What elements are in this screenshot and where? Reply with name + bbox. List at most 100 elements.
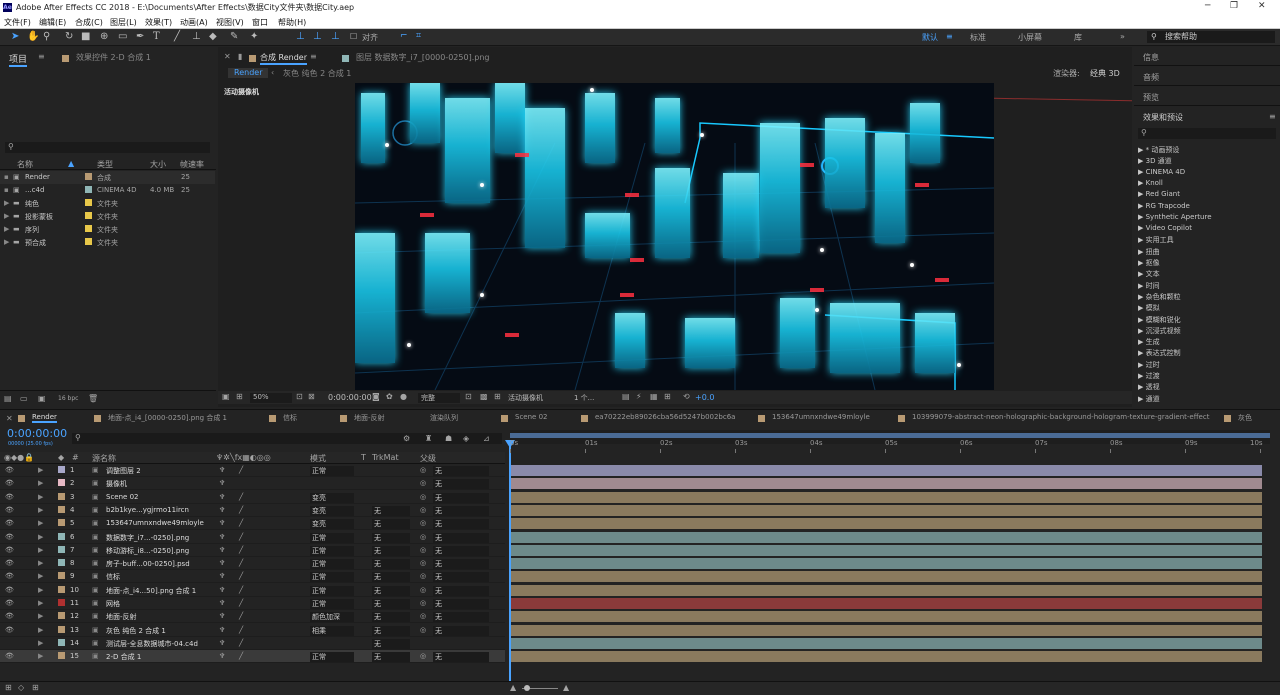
quality-switch-icon[interactable]: ╱ xyxy=(239,519,243,527)
visibility-eye-icon[interactable]: 👁 xyxy=(5,599,14,607)
layer-name[interactable]: 灰色 纯色 2 合成 1 xyxy=(106,626,166,636)
effects-category[interactable]: ▶ 实用工具 xyxy=(1138,235,1174,245)
shy-switch-icon[interactable]: ♆ xyxy=(219,466,225,474)
layer-expand-icon[interactable]: ▶ xyxy=(38,626,43,634)
visibility-eye-icon[interactable]: 👁 xyxy=(5,586,14,594)
reset-exposure-icon[interactable]: ⟲ xyxy=(683,392,690,401)
layer-expand-icon[interactable]: ▶ xyxy=(38,586,43,594)
header-size[interactable]: 大小 xyxy=(150,159,166,170)
effects-menu-icon[interactable]: ≡ xyxy=(1269,112,1276,121)
parent-select[interactable]: 无 xyxy=(433,492,489,503)
shy-switch-icon[interactable]: ♆ xyxy=(219,586,225,594)
layer-row[interactable]: 👁 ▶ 6 ▣ 数据数字_i7...-0250].png ♆ ╱ 正常 无 ◎ 无 xyxy=(0,531,505,544)
close-tab-icon[interactable]: ✕ xyxy=(224,52,231,61)
show-snapshot-icon[interactable]: ✿ xyxy=(386,392,393,401)
expand-icon[interactable]: ▶ xyxy=(1138,395,1146,403)
layer-label-color[interactable] xyxy=(58,612,65,620)
layer-label-color[interactable] xyxy=(58,519,65,527)
quality-switch-icon[interactable]: ╱ xyxy=(239,466,243,474)
effects-presets-tab[interactable]: 效果和预设 xyxy=(1143,112,1183,123)
layer-name[interactable]: Scene 02 xyxy=(106,493,138,501)
layer-label-color[interactable] xyxy=(58,559,65,567)
hand-tool-icon[interactable]: ✋ xyxy=(27,31,39,42)
layer-expand-icon[interactable]: ▶ xyxy=(38,639,43,647)
frame-blending-icon[interactable]: ◈ xyxy=(463,434,469,443)
timeline-tab[interactable]: Scene 02 xyxy=(515,413,547,421)
close-tab-icon[interactable]: ✕ xyxy=(6,414,13,423)
parent-pickwhip-icon[interactable]: ◎ xyxy=(420,519,426,527)
quality-switch-icon[interactable]: ╱ xyxy=(239,626,243,634)
zoom-in-icon[interactable]: ▲ xyxy=(563,683,569,692)
work-area-range[interactable] xyxy=(510,433,1270,438)
layer-label-color[interactable] xyxy=(58,466,65,473)
layer-mode-select[interactable]: 相乘 xyxy=(310,625,354,636)
shy-switch-icon[interactable]: ♆ xyxy=(219,506,225,514)
layer-expand-icon[interactable]: ▶ xyxy=(38,533,43,541)
expand-icon[interactable]: ▶ xyxy=(1138,248,1146,256)
transfer-controls-icon[interactable]: ◇ xyxy=(18,683,24,692)
layer-label-color[interactable] xyxy=(58,625,65,633)
layer-label-color[interactable] xyxy=(58,505,65,513)
visibility-eye-icon[interactable]: 👁 xyxy=(5,572,14,580)
layer-label-color[interactable] xyxy=(58,599,65,606)
effects-category[interactable]: ▶ 通道 xyxy=(1138,394,1160,404)
fast-previews-icon[interactable]: ⚡ xyxy=(636,392,642,401)
parent-pickwhip-icon[interactable]: ◎ xyxy=(420,546,426,554)
timeline-tab[interactable]: 地面-反射 xyxy=(354,413,385,423)
project-menu-icon[interactable]: ≡ xyxy=(38,52,45,61)
project-search-input[interactable]: ⚲ xyxy=(5,142,210,153)
layer-duration-bar[interactable] xyxy=(511,518,1262,530)
delete-icon[interactable]: 🗑 xyxy=(88,394,98,403)
comp-menu-icon[interactable]: ≡ xyxy=(310,52,317,61)
tab-layer-footage[interactable]: 图层 数据数字_i7_[0000-0250].png xyxy=(356,52,489,63)
layer-name[interactable]: 2-D 合成 1 xyxy=(106,652,141,662)
quality-switch-icon[interactable]: ╱ xyxy=(239,586,243,594)
bit-depth[interactable]: 16 bpc xyxy=(58,395,78,402)
layer-duration-bar[interactable] xyxy=(511,598,1262,609)
layer-duration-bar[interactable] xyxy=(511,584,1262,596)
layer-expand-icon[interactable]: ▶ xyxy=(38,506,43,514)
header-source-name[interactable]: 源名称 xyxy=(92,453,116,464)
world-axis-icon[interactable]: ⊥ xyxy=(313,31,322,42)
layer-duration-bar[interactable] xyxy=(511,465,1262,476)
expand-icon[interactable]: ▶ xyxy=(1138,270,1146,278)
pan-behind-tool-icon[interactable]: ⊕ xyxy=(100,31,108,42)
project-item[interactable]: ▪ ▣ Render 合成 25 xyxy=(0,171,215,184)
effects-category[interactable]: ▶ Video Copilot xyxy=(1138,224,1192,232)
parent-pickwhip-icon[interactable]: ◎ xyxy=(420,626,426,634)
view-axis-icon[interactable]: ⊥ xyxy=(331,31,340,42)
layer-expand-icon[interactable]: ▶ xyxy=(38,546,43,554)
expand-icon[interactable]: ▶ xyxy=(1138,304,1146,312)
timeline-tab[interactable]: 灰色 xyxy=(1238,413,1252,423)
workspace-standard[interactable]: 标准 xyxy=(970,32,986,43)
parent-select[interactable]: 无 xyxy=(433,572,489,583)
parent-select[interactable]: 无 xyxy=(433,519,489,530)
timeline-tab[interactable]: Render xyxy=(32,413,57,423)
layer-name[interactable]: 信标 xyxy=(106,572,120,582)
safe-margins-icon[interactable]: ⊡ xyxy=(296,392,303,401)
layer-mode-select[interactable]: 正常 xyxy=(310,466,354,476)
expand-icon[interactable]: ▶ xyxy=(1138,383,1146,391)
effects-category[interactable]: ▶ 文本 xyxy=(1138,269,1160,279)
project-item[interactable]: ▶ ▬ 纯色 文件夹 xyxy=(0,197,215,210)
timeline-tab[interactable]: 信标 xyxy=(283,413,297,423)
project-item-label-color[interactable] xyxy=(85,212,92,219)
new-folder-icon[interactable]: ▭ xyxy=(20,394,28,403)
effects-category[interactable]: ▶ 模糊和锐化 xyxy=(1138,315,1181,325)
snap-checkbox[interactable]: ☐ xyxy=(350,32,357,41)
breadcrumb-render[interactable]: Render xyxy=(228,68,269,78)
layer-name[interactable]: 153647umnxndwe49mloyle xyxy=(106,519,204,527)
shy-switch-icon[interactable]: ♆ xyxy=(219,479,225,487)
layer-row[interactable]: 👁 ▶ 7 ▣ 移动游标_i8...-0250].png ♆ ╱ 正常 无 ◎ 无 xyxy=(0,544,505,557)
layer-search-input[interactable]: ⚲ xyxy=(72,433,502,444)
lock-icon[interactable]: ▮ xyxy=(238,52,242,61)
expand-icon[interactable]: ▶ xyxy=(1138,179,1146,187)
effects-category[interactable]: ▶ 沉浸式视频 xyxy=(1138,326,1181,336)
visibility-eye-icon[interactable]: 👁 xyxy=(5,652,14,660)
expand-icon[interactable]: ▶ xyxy=(1138,190,1146,198)
interpret-footage-icon[interactable]: ▤ xyxy=(4,394,12,403)
type-tool-icon[interactable]: T xyxy=(153,31,160,42)
parent-pickwhip-icon[interactable]: ◎ xyxy=(420,479,426,487)
layer-mode-select[interactable]: 正常 xyxy=(310,532,354,543)
expand-icon[interactable]: ▶ xyxy=(1138,259,1146,267)
